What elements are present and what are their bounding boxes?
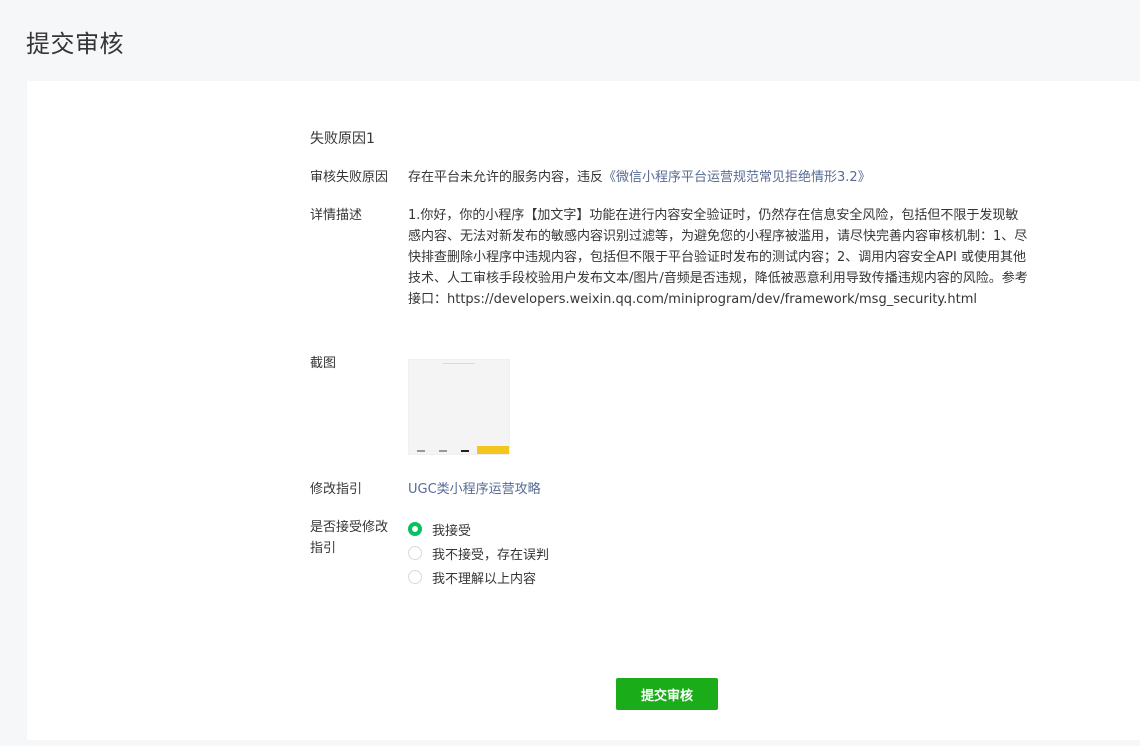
accept-option-misjudge[interactable]: 我不接受，存在误判 [408, 541, 549, 565]
failure-section-title: 失败原因1 [310, 131, 375, 147]
reason-label: 审核失败原因 [310, 170, 389, 185]
submit-review-button[interactable]: 提交审核 [616, 678, 718, 710]
thumbnail-tab-icon [439, 450, 447, 452]
accept-option-not-understand[interactable]: 我不理解以上内容 [408, 565, 549, 589]
screenshot-thumbnail[interactable] [408, 359, 510, 455]
guide-link[interactable]: UGC类小程序运营攻略 [408, 482, 541, 497]
detail-text: 1.你好，你的小程序【加文字】功能在进行内容安全验证时，仍然存在信息安全风险，包… [408, 208, 1028, 307]
radio-unchecked-icon[interactable] [408, 570, 422, 584]
radio-unchecked-icon[interactable] [408, 546, 422, 560]
screenshot-label: 截图 [310, 356, 337, 371]
accept-label: 是否接受修改指引 [310, 520, 389, 556]
page-title: 提交审核 [26, 30, 124, 58]
reason-text: 存在平台未允许的服务内容，违反 [408, 170, 604, 185]
accept-option-accept[interactable]: 我接受 [408, 517, 549, 541]
review-panel: 失败原因1 审核失败原因 存在平台未允许的服务内容，违反《微信小程序平台运营规范… [27, 81, 1140, 740]
reason-policy-link[interactable]: 《微信小程序平台运营规范常见拒绝情形3.2》 [603, 170, 871, 185]
radio-checked-icon[interactable] [408, 522, 422, 536]
accept-option-label: 我接受 [432, 523, 472, 539]
guide-label: 修改指引 [310, 482, 363, 497]
thumbnail-tab-icon [417, 450, 425, 452]
accept-option-label: 我不理解以上内容 [432, 571, 537, 587]
screenshot-value [408, 353, 1028, 455]
reason-value: 存在平台未允许的服务内容，违反《微信小程序平台运营规范常见拒绝情形3.2》 [408, 167, 1028, 188]
thumbnail-highlight [477, 446, 509, 454]
thumbnail-tab-icon [461, 450, 469, 452]
detail-label: 详情描述 [310, 208, 363, 223]
thumbnail-header-line [443, 363, 475, 364]
thumbnail-tabbar [409, 446, 509, 454]
guide-value: UGC类小程序运营攻略 [408, 479, 1028, 500]
accept-radio-group: 我接受 我不接受，存在误判 我不理解以上内容 [408, 517, 549, 589]
accept-option-label: 我不接受，存在误判 [432, 547, 550, 563]
